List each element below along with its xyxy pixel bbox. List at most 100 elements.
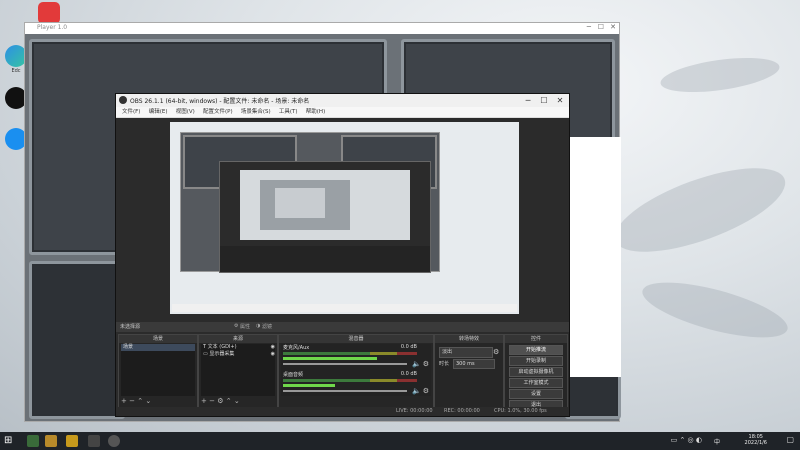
transitions-dock-title: 转场特效 (435, 335, 503, 343)
add-icon[interactable]: + (201, 397, 207, 405)
remove-icon[interactable]: − (129, 397, 135, 405)
minimize-icon[interactable]: ─ (587, 23, 591, 31)
background-window-title: Player 1.0 (37, 24, 68, 31)
obs-menubar: 文件(F) 编辑(E) 视图(V) 配置文件(P) 场景集合(S) 工具(T) … (116, 107, 569, 118)
taskbar: ⊞ ▭ ⌃ ◎ ◐ 中 18:05 2022/1/6 ▢ (0, 432, 800, 450)
obs-titlebar[interactable]: OBS 26.1.1 (64-bit, windows) - 配置文件: 未命名… (116, 94, 569, 107)
eye-icon[interactable]: ◉ (271, 351, 275, 358)
mixer-tracks: 麦克风/Aux 0.0 dB 🔈 ⚙ 桌面音频 0.0 dB 🔈 ⚙ (281, 344, 431, 396)
controls-dock-title: 控件 (505, 335, 567, 343)
menu-file[interactable]: 文件(F) (122, 107, 140, 117)
obs-preview[interactable] (170, 122, 519, 314)
preview-nested-capture (180, 132, 440, 273)
obs-window[interactable]: OBS 26.1.1 (64-bit, windows) - 配置文件: 未命名… (115, 93, 570, 417)
track-db: 0.0 dB (400, 371, 417, 377)
properties-button[interactable]: 属性 (240, 323, 250, 330)
mixer-dock-title: 混音器 (279, 335, 433, 343)
track-name: 桌面音频 (283, 372, 304, 378)
panel-bottom-left (29, 261, 125, 419)
start-virtual-camera-button[interactable]: 启动虚拟摄像机 (509, 367, 563, 377)
move-up-icon[interactable]: ⌃ (137, 397, 143, 405)
duration-input[interactable]: 300 ms (453, 359, 495, 369)
gear-icon[interactable]: ⚙ (493, 348, 499, 356)
settings-button[interactable]: 设置 (509, 389, 563, 399)
menu-view[interactable]: 视图(V) (176, 107, 195, 117)
track-name: 麦克风/Aux (283, 345, 310, 351)
scenes-list: 场景 (121, 344, 195, 396)
scenes-dock-controls: + − ⌃ ⌄ (121, 397, 195, 406)
partial-window[interactable] (568, 137, 621, 377)
clock-date: 2022/1/6 (744, 440, 767, 446)
mixer-dock: 混音器 麦克风/Aux 0.0 dB 🔈 ⚙ 桌面音频 0.0 dB 🔈 ⚙ (278, 334, 434, 408)
scenes-dock: 场景 场景 + − ⌃ ⌄ (118, 334, 198, 408)
studio-mode-button[interactable]: 工作室模式 (509, 378, 563, 388)
track-db: 0.0 dB (400, 344, 417, 350)
filter-icon[interactable]: ◑ (256, 323, 260, 329)
maximize-icon[interactable]: ☐ (537, 95, 551, 106)
mixer-track-desktop: 桌面音频 0.0 dB 🔈 ⚙ (281, 371, 431, 397)
source-item-text[interactable]: T 文本 (GDI+) ◉ (201, 344, 275, 351)
controls-dock: 控件 开始推流 开始录制 启动虚拟摄像机 工作室模式 设置 退出 (504, 334, 568, 410)
app-icon-2[interactable] (45, 435, 57, 447)
source-item-display[interactable]: ▭ 显示器采集 ◉ (201, 351, 275, 358)
source-toolbar: 未选择源 ⚙ 属性 ◑ 滤镜 (116, 322, 569, 332)
notification-icon[interactable]: ▢ (786, 435, 794, 444)
folder-icon[interactable] (66, 435, 78, 447)
clock[interactable]: 18:05 2022/1/6 (745, 434, 767, 446)
controls-list: 开始推流 开始录制 启动虚拟摄像机 工作室模式 设置 退出 (505, 344, 567, 410)
eye-icon[interactable]: ◉ (271, 344, 275, 351)
move-down-icon[interactable]: ⌄ (234, 397, 240, 405)
mixer-track-mic: 麦克风/Aux 0.0 dB 🔈 ⚙ (281, 344, 431, 370)
gear-icon[interactable]: ⚙ (423, 360, 429, 368)
obs-taskbar-icon[interactable] (108, 435, 120, 447)
start-recording-button[interactable]: 开始录制 (509, 356, 563, 366)
menu-help[interactable]: 帮助(H) (306, 107, 325, 117)
speaker-icon[interactable]: 🔈 (412, 387, 421, 395)
volume-slider[interactable] (283, 363, 407, 365)
volume-slider[interactable] (283, 390, 407, 392)
sources-dock-title: 来源 (199, 335, 277, 343)
add-icon[interactable]: + (121, 397, 127, 405)
input-language[interactable]: 中 (714, 437, 720, 446)
scenes-dock-title: 场景 (119, 335, 197, 343)
menu-profile[interactable]: 配置文件(P) (203, 107, 233, 117)
obs-statusbar: LIVE: 00:00:00 REC: 00:00:00 CPU: 1.0%, … (116, 407, 569, 416)
sources-list: T 文本 (GDI+) ◉ ▭ 显示器采集 ◉ (201, 344, 275, 396)
preview-nested-taskbar (172, 304, 517, 312)
gear-icon[interactable]: ⚙ (423, 387, 429, 395)
tray-icons[interactable]: ▭ ⌃ ◎ ◐ (671, 436, 702, 444)
sources-dock-controls: + − ⚙ ⌃ ⌄ (201, 397, 275, 406)
track-meter (283, 352, 417, 355)
duration-label: 时长 (439, 361, 450, 367)
transition-select[interactable]: 淡出 (439, 347, 493, 358)
cpu-status: CPU: 1.0%, 30.00 fps (494, 408, 547, 414)
close-icon[interactable]: ✕ (553, 95, 567, 106)
obs-logo-icon (119, 96, 127, 104)
remove-icon[interactable]: − (209, 397, 215, 405)
minimize-icon[interactable]: ─ (521, 95, 535, 106)
gear-icon[interactable]: ⚙ (234, 323, 238, 329)
obs-title: OBS 26.1.1 (64-bit, windows) - 配置文件: 未命名… (130, 98, 310, 105)
scene-item[interactable]: 场景 (121, 344, 195, 351)
rec-status: REC: 00:00:00 (444, 408, 480, 414)
track-level (283, 357, 377, 360)
background-window-titlebar[interactable]: Player 1.0 ─ ☐ ✕ (25, 23, 619, 34)
filters-button[interactable]: 滤镜 (262, 323, 272, 330)
no-source-label: 未选择源 (120, 324, 141, 330)
start-streaming-button[interactable]: 开始推流 (509, 345, 563, 355)
speaker-icon[interactable]: 🔈 (412, 360, 421, 368)
menu-edit[interactable]: 编辑(E) (149, 107, 168, 117)
gear-icon[interactable]: ⚙ (217, 397, 223, 405)
live-status: LIVE: 00:00:00 (396, 408, 433, 414)
maximize-icon[interactable]: ☐ (598, 23, 604, 31)
menu-tools[interactable]: 工具(T) (279, 107, 298, 117)
app-icon-3[interactable] (88, 435, 100, 447)
track-level (283, 384, 335, 387)
move-down-icon[interactable]: ⌄ (145, 397, 151, 405)
move-up-icon[interactable]: ⌃ (226, 397, 232, 405)
app-icon-1[interactable] (27, 435, 39, 447)
netease-music-icon[interactable] (38, 2, 60, 24)
windows-start-icon[interactable]: ⊞ (4, 435, 16, 447)
menu-scene-collection[interactable]: 场景集合(S) (241, 107, 271, 117)
close-icon[interactable]: ✕ (610, 23, 616, 31)
